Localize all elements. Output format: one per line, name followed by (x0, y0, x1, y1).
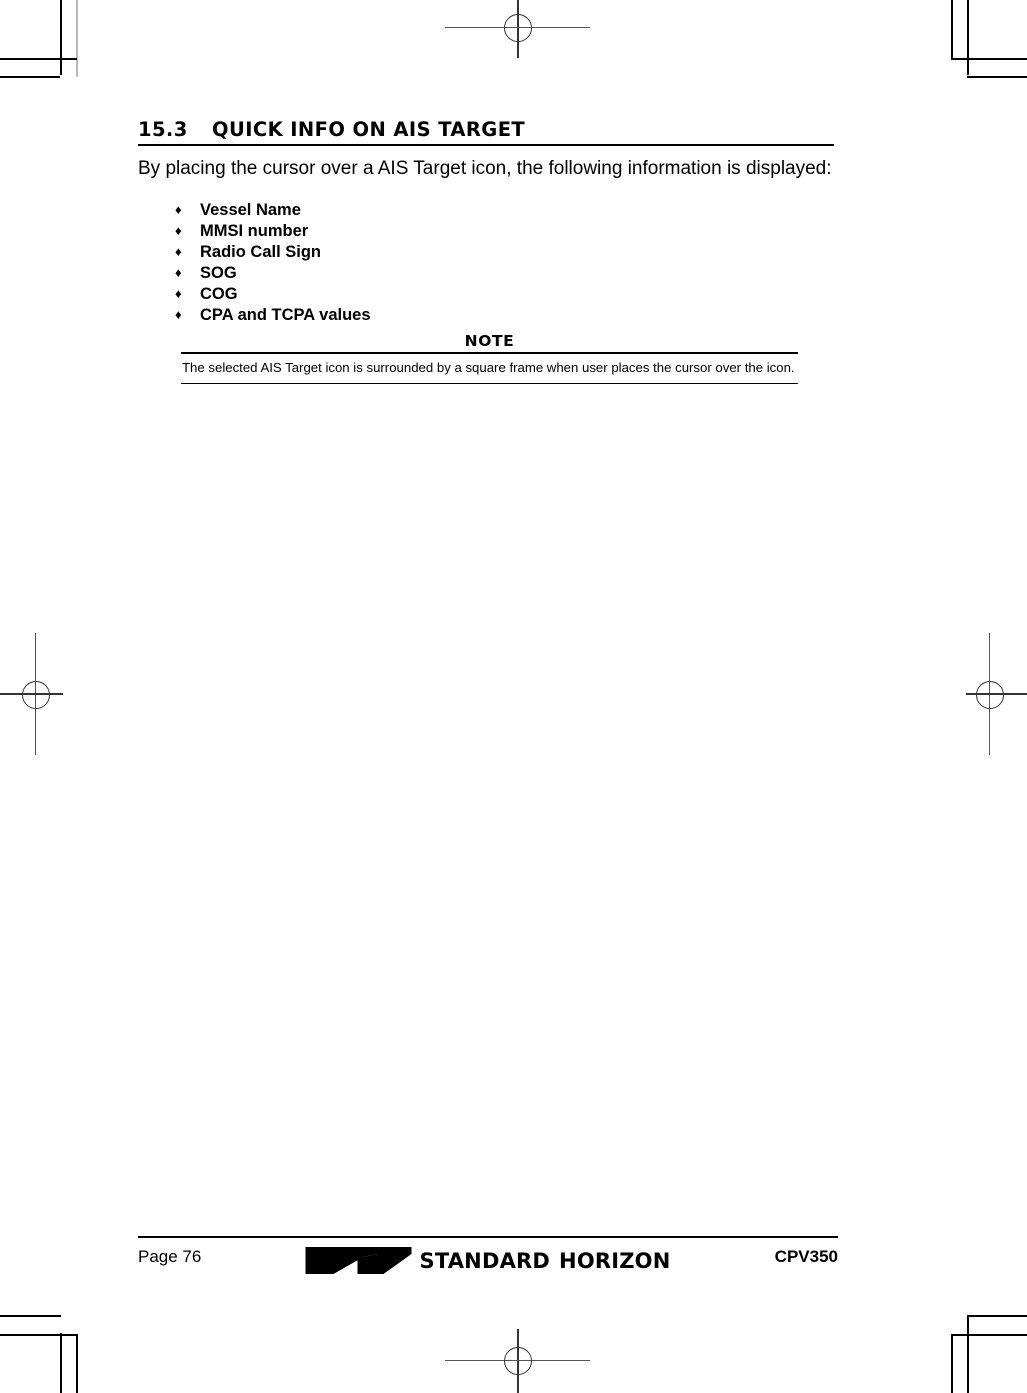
list-item-label: SOG (200, 264, 237, 283)
list-item: ♦ SOG (138, 263, 838, 284)
crop-mark-top-right-horizontal-inner (967, 76, 1027, 78)
info-bullet-list: ♦ Vessel Name ♦ MMSI number ♦ Radio Call… (138, 200, 838, 326)
note-bottom-rule (181, 382, 798, 385)
list-item-label: CPA and TCPA values (200, 306, 371, 325)
diamond-bullet-icon: ♦ (175, 223, 182, 239)
intro-paragraph: By placing the cursor over a AIS Target … (138, 158, 832, 179)
list-item-label: Radio Call Sign (200, 243, 322, 262)
diamond-bullet-icon: ♦ (175, 307, 182, 323)
model-label: CPV350 (774, 1247, 838, 1266)
registration-crosshair-right-middle (958, 630, 1027, 770)
diamond-bullet-icon: ♦ (175, 244, 182, 260)
crop-mark-top-right-vertical-inner (951, 0, 953, 58)
list-item-label: COG (200, 285, 238, 304)
diamond-bullet-icon: ♦ (175, 286, 182, 302)
footer-rule (138, 1236, 838, 1238)
section-number: 15.3 (138, 118, 188, 141)
section-heading-rule (138, 144, 834, 146)
crop-mark-top-left-vertical-outer (60, 0, 62, 75)
list-item-label: Vessel Name (200, 201, 301, 220)
section-title: QUICK INFO ON AIS TARGET (212, 118, 526, 141)
crop-mark-top-right-horizontal-outer (951, 58, 1027, 60)
crop-mark-bottom-left-horizontal-inner (0, 1334, 78, 1336)
crop-mark-bottom-right-horizontal-inner (951, 1334, 1027, 1336)
footer-row: Page 76 STANDARD HORIZON CPV350 (138, 1245, 838, 1287)
registration-crosshair-top-center (445, 0, 590, 64)
crop-mark-bottom-left-horizontal-outer (0, 1315, 61, 1317)
page-footer: Page 76 STANDARD HORIZON CPV350 (138, 1236, 838, 1287)
crop-mark-top-left-horizontal-outer (0, 58, 77, 60)
brand-logo: STANDARD HORIZON (305, 1245, 670, 1277)
registration-crosshair-left-middle (0, 630, 72, 770)
note-body-text: The selected AIS Target icon is surround… (182, 359, 795, 375)
crop-mark-bottom-left-vertical-outer (60, 1333, 62, 1393)
crop-mark-bottom-right-vertical-outer (967, 1315, 969, 1393)
brand-word-horizon: HORIZON (559, 1249, 671, 1273)
note-title: NOTE (464, 332, 515, 351)
crop-mark-bottom-left-vertical-inner (76, 1334, 78, 1393)
registration-crosshair-bottom-center (445, 1329, 590, 1393)
crop-mark-bottom-right-vertical-inner (951, 1334, 953, 1393)
list-item: ♦ COG (138, 284, 838, 305)
brand-wordmark: STANDARD HORIZON (419, 1249, 670, 1273)
diamond-bullet-icon: ♦ (175, 202, 182, 218)
list-item: ♦ Vessel Name (138, 200, 838, 221)
crop-mark-top-left-vertical-inner (76, 0, 78, 77)
list-item-label: MMSI number (200, 222, 309, 241)
brand-word-standard: STANDARD (419, 1249, 551, 1273)
standard-horizon-chevron-logo-icon (305, 1247, 412, 1274)
page-number-label: Page 76 (138, 1247, 202, 1266)
crop-mark-bottom-right-horizontal-outer (967, 1315, 1027, 1317)
list-item: ♦ CPA and TCPA values (138, 305, 838, 326)
page-canvas: 15.3 QUICK INFO ON AIS TARGET By placing… (0, 0, 1027, 1393)
list-item: ♦ Radio Call Sign (138, 242, 838, 263)
crop-mark-top-left-horizontal-inner (0, 76, 60, 78)
section-heading: 15.3 QUICK INFO ON AIS TARGET (138, 118, 838, 141)
page-content: 15.3 QUICK INFO ON AIS TARGET By placing… (138, 118, 838, 385)
note-callout: NOTE The selected AIS Target icon is sur… (181, 332, 798, 385)
crop-mark-top-right-vertical-outer (967, 0, 969, 75)
diamond-bullet-icon: ♦ (175, 265, 182, 281)
list-item: ♦ MMSI number (138, 221, 838, 242)
